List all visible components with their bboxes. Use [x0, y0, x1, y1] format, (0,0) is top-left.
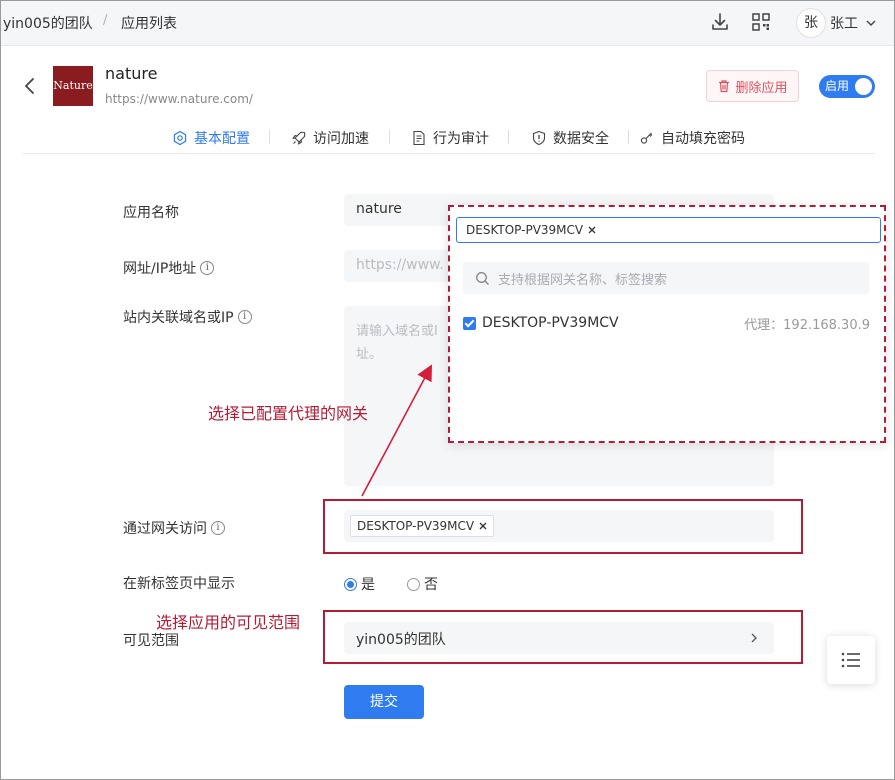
option-proxy: 代理：192.168.30.9 [744, 317, 870, 333]
label-new-tab: 在新标签页中显示 [123, 573, 235, 593]
app-logo: Nature [53, 66, 93, 106]
tab-divider [508, 130, 509, 144]
dropdown-tag: DESKTOP-PV39MCV [460, 219, 602, 241]
close-icon[interactable] [588, 226, 596, 234]
dropdown-search-input[interactable]: 支持根据网关名称、标签搜索 [463, 262, 869, 294]
chevron-down-icon[interactable] [865, 18, 877, 28]
top-bar: yin005的团队 / 应用列表 张 张工 [0, 0, 895, 46]
gear-icon [173, 130, 187, 146]
qrcode-icon[interactable] [750, 11, 772, 33]
rocket-icon [292, 131, 306, 145]
tab-data-security[interactable]: 数据安全 [531, 126, 609, 150]
checkbox-checked[interactable] [463, 316, 476, 330]
dropdown-tag-label: DESKTOP-PV39MCV [466, 223, 584, 237]
label-text: 应用名称 [123, 205, 179, 221]
tab-label: 基本配置 [194, 131, 250, 147]
delete-app-label: 删除应用 [735, 80, 788, 96]
breadcrumb-team[interactable]: yin005的团队 [3, 13, 93, 33]
label-text: 可见范围 [123, 633, 179, 649]
key-icon [640, 132, 653, 144]
dropdown-selected-input[interactable]: DESKTOP-PV39MCV [456, 217, 881, 243]
tab-basic-config[interactable]: 基本配置 [172, 126, 250, 150]
app-url: https://www.nature.com/ [105, 92, 253, 106]
address-value: https://www. [356, 257, 444, 273]
label-text: 在新标签页中显示 [123, 576, 235, 592]
label-gateway: 通过网关访问 i [123, 518, 225, 538]
submit-button[interactable]: 提交 [344, 685, 424, 719]
label-address: 网址/IP地址 i [123, 258, 215, 278]
float-menu-button[interactable] [827, 636, 875, 684]
audit-icon [413, 130, 425, 146]
user-name[interactable]: 张工 [830, 13, 858, 33]
radio-dot [407, 577, 420, 591]
delete-app-button[interactable]: 删除应用 [706, 70, 799, 102]
info-icon[interactable]: i [237, 310, 252, 324]
tab-label: 数据安全 [553, 131, 609, 147]
dropdown-option[interactable]: DESKTOP-PV39MCV 代理：192.168.30.9 [463, 313, 870, 333]
trash-icon [719, 80, 730, 93]
enable-toggle[interactable]: 启用 [819, 75, 875, 98]
label-text: 通过网关访问 [123, 521, 207, 537]
toggle-knob [855, 78, 872, 95]
radio-no[interactable]: 否 [407, 574, 438, 594]
tab-bar: 基本配置 访问加速 行为审计 数据安全 自动填充密码 [23, 126, 875, 154]
annotation-box-gateway [323, 499, 803, 554]
annotation-gateway-note: 选择已配置代理的网关 [208, 404, 369, 423]
list-icon [841, 652, 860, 668]
internal-domains-placeholder-line2: 址。 [356, 347, 383, 362]
back-icon[interactable] [23, 76, 37, 96]
download-icon[interactable] [709, 11, 731, 33]
app-name: nature [105, 64, 158, 83]
dropdown-search-placeholder: 支持根据网关名称、标签搜索 [498, 272, 668, 288]
radio-yes[interactable]: 是 [344, 574, 375, 594]
breadcrumb-separator: / [103, 13, 108, 28]
app-name-value: nature [356, 201, 402, 217]
gateway-dropdown: DESKTOP-PV39MCV 支持根据网关名称、标签搜索 DESKTOP-PV… [448, 205, 886, 443]
radio-dot [344, 577, 357, 591]
radio-label: 是 [361, 577, 375, 593]
breadcrumb-current[interactable]: 应用列表 [121, 13, 177, 33]
info-icon[interactable]: i [211, 521, 225, 535]
label-text: 站内关联域名或IP [123, 310, 234, 326]
search-icon [476, 271, 489, 285]
option-name: DESKTOP-PV39MCV [482, 315, 619, 331]
label-app-name: 应用名称 [123, 202, 179, 222]
annotation-visibility-note: 选择应用的可见范围 [156, 613, 301, 632]
tab-label: 行为审计 [433, 131, 489, 147]
tab-divider [628, 130, 629, 144]
tab-label: 自动填充密码 [661, 131, 745, 147]
avatar[interactable]: 张 [796, 8, 826, 38]
shield-icon [532, 130, 546, 146]
label-text: 网址/IP地址 [123, 261, 197, 277]
tab-divider [269, 130, 270, 144]
label-internal-domains: 站内关联域名或IP i [123, 307, 252, 327]
tab-label: 访问加速 [313, 131, 369, 147]
internal-domains-placeholder: 请输入域名或I [356, 324, 438, 339]
info-icon[interactable]: i [200, 261, 215, 275]
tab-autofill-password[interactable]: 自动填充密码 [639, 126, 745, 150]
annotation-box-visibility [323, 610, 803, 664]
tab-divider [389, 130, 390, 144]
tab-access-acceleration[interactable]: 访问加速 [291, 126, 369, 150]
tab-behavior-audit[interactable]: 行为审计 [411, 126, 489, 150]
label-visibility: 可见范围 [123, 630, 179, 650]
radio-label: 否 [424, 577, 438, 593]
enable-toggle-label: 启用 [825, 79, 850, 93]
